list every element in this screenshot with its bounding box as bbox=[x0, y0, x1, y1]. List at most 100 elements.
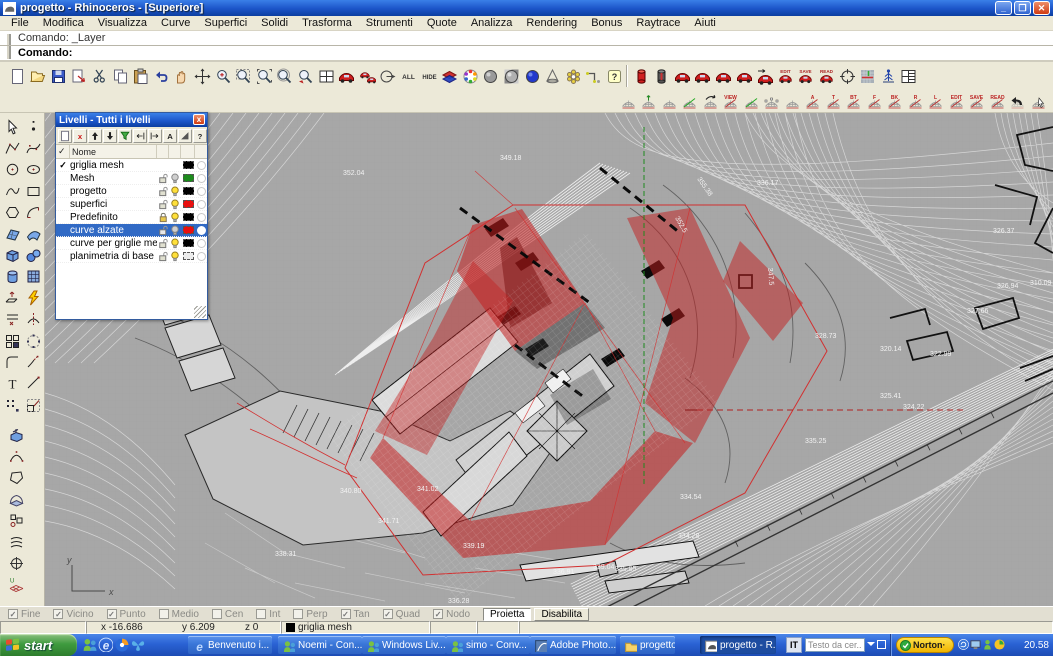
disabilita-button[interactable]: Disabilita bbox=[534, 608, 589, 621]
layers-panel[interactable]: Livelli - Tutti i livelli x xA? ✓ Nome ✓… bbox=[55, 112, 208, 320]
osnap-punto[interactable]: ✓Punto bbox=[107, 609, 146, 620]
layer-material-circle[interactable] bbox=[195, 213, 207, 222]
pan-view-button[interactable] bbox=[172, 65, 192, 87]
control-curve-button[interactable] bbox=[23, 138, 43, 158]
cylinder-dark-button[interactable] bbox=[652, 65, 672, 87]
layer-row-superfici[interactable]: superfici bbox=[56, 198, 207, 211]
layer-bulb-icon[interactable] bbox=[169, 225, 181, 236]
messenger-icon[interactable] bbox=[82, 637, 97, 652]
layer-lock-icon[interactable] bbox=[157, 225, 169, 236]
layers-header-material[interactable] bbox=[195, 145, 207, 158]
surface-corner-button[interactable] bbox=[23, 224, 43, 244]
osnap-nodo[interactable]: ✓Nodo bbox=[433, 609, 470, 620]
layer-color-swatch[interactable] bbox=[181, 226, 195, 234]
osnap-checkbox[interactable] bbox=[159, 609, 169, 619]
arc-tool-button[interactable] bbox=[23, 203, 43, 223]
zoom-window-button[interactable] bbox=[234, 65, 254, 87]
show-all-button[interactable]: ALL bbox=[398, 65, 418, 87]
close-button[interactable]: ✕ bbox=[1033, 1, 1050, 15]
mesh-bk-button[interactable]: BK bbox=[885, 93, 905, 112]
undo-button[interactable] bbox=[151, 65, 171, 87]
export-file-button[interactable] bbox=[69, 65, 89, 87]
render-sphere-blue-button[interactable] bbox=[522, 65, 542, 87]
rect-array-button[interactable] bbox=[2, 331, 22, 351]
osnap-vicino[interactable]: ✓Vicino bbox=[53, 609, 93, 620]
trim-tool-button[interactable] bbox=[2, 310, 22, 330]
osnap-tan[interactable]: ✓Tan bbox=[341, 609, 370, 620]
car-a-button[interactable] bbox=[672, 65, 692, 87]
layers-panel-title-bar[interactable]: Livelli - Tutti i livelli x bbox=[56, 113, 207, 127]
osnap-checkbox[interactable] bbox=[212, 609, 222, 619]
gear-flower-button[interactable] bbox=[563, 65, 583, 87]
car-group-button[interactable] bbox=[357, 65, 377, 87]
delete-layer-button[interactable]: x bbox=[73, 129, 87, 143]
select-arrow-button[interactable] bbox=[2, 117, 22, 137]
status-layer-panel[interactable]: griglia mesh bbox=[281, 621, 430, 634]
command-area[interactable]: Comando: _Layer Comando: ▲ ▼ ⋮ ◂ ▸ bbox=[0, 31, 1053, 62]
help-box-button[interactable]: ? bbox=[604, 65, 624, 87]
antivirus-tray-icon[interactable] bbox=[994, 639, 1009, 654]
mesh-t-button[interactable]: T bbox=[823, 93, 843, 112]
task-noemi-con-[interactable]: Noemi - Con... bbox=[278, 636, 362, 654]
point-grid-button[interactable] bbox=[2, 395, 22, 415]
layers-header-name[interactable]: Nome bbox=[70, 145, 157, 158]
menu-rendering[interactable]: Rendering bbox=[519, 17, 584, 29]
render-sphere-gray-button[interactable] bbox=[481, 65, 501, 87]
layer-row-curve-per-griglie-mesh[interactable]: curve per griglie mesh bbox=[56, 237, 207, 250]
rectangle-tool-button[interactable] bbox=[23, 181, 43, 201]
mesh-edit-button[interactable]: EDIT bbox=[946, 93, 966, 112]
select-all-layers-button[interactable]: A bbox=[163, 129, 177, 143]
layer-material-circle[interactable] bbox=[195, 161, 207, 170]
layer-bulb-icon[interactable] bbox=[169, 238, 181, 249]
osnap-cen[interactable]: Cen bbox=[212, 609, 243, 620]
menu-solidi[interactable]: Solidi bbox=[254, 17, 295, 29]
osnap-perp[interactable]: Perp bbox=[293, 609, 327, 620]
extrude-solid-button[interactable] bbox=[6, 425, 26, 445]
menu-quote[interactable]: Quote bbox=[420, 17, 464, 29]
task-adobe-photo-[interactable]: Adobe Photo... bbox=[530, 636, 616, 654]
circle-center-button[interactable] bbox=[2, 160, 22, 180]
layer-row-Mesh[interactable]: Mesh bbox=[56, 172, 207, 185]
extrude-flat-button[interactable] bbox=[2, 288, 22, 308]
hide-objects-button[interactable]: HIDE bbox=[419, 65, 439, 87]
layer-material-circle[interactable] bbox=[195, 187, 207, 196]
extend-curve-button[interactable] bbox=[23, 352, 43, 372]
menu-bonus[interactable]: Bonus bbox=[584, 17, 629, 29]
command-prompt[interactable]: Comando: bbox=[18, 47, 72, 59]
cylinder-solid-button[interactable] bbox=[2, 267, 22, 287]
layer-lock-icon[interactable] bbox=[157, 173, 169, 184]
layer-lock-icon[interactable] bbox=[157, 251, 169, 262]
single-point-button[interactable] bbox=[23, 117, 43, 137]
osnap-medio[interactable]: Medio bbox=[159, 609, 199, 620]
save-file-button[interactable] bbox=[48, 65, 68, 87]
layer-color-swatch[interactable] bbox=[181, 174, 195, 182]
osnap-checkbox[interactable] bbox=[256, 609, 266, 619]
cone-wireframe-button[interactable] bbox=[543, 65, 563, 87]
layer-color-swatch[interactable] bbox=[181, 252, 195, 260]
media-player-icon[interactable] bbox=[114, 637, 129, 652]
cplane-origin-button[interactable] bbox=[6, 553, 26, 573]
zoom-previous-button[interactable] bbox=[295, 65, 315, 87]
minimize-button[interactable]: _ bbox=[995, 1, 1012, 15]
mesh-r-button[interactable]: R bbox=[905, 93, 925, 112]
layers-header[interactable]: ✓ Nome bbox=[56, 145, 207, 159]
osnap-fine[interactable]: ✓Fine bbox=[8, 609, 40, 620]
viewport-layout-button[interactable] bbox=[316, 65, 336, 87]
new-document-button[interactable] bbox=[7, 65, 27, 87]
car-read-button[interactable]: READ bbox=[816, 65, 836, 87]
layer-row-progetto[interactable]: progetto bbox=[56, 185, 207, 198]
color-wheel-button[interactable] bbox=[460, 65, 480, 87]
mesh-save-button[interactable]: SAVE bbox=[967, 93, 987, 112]
osnap-checkbox[interactable]: ✓ bbox=[53, 609, 63, 619]
mesh-arrow-button[interactable] bbox=[639, 93, 659, 112]
freeform-curve-button[interactable] bbox=[2, 181, 22, 201]
cylinder-red-button[interactable] bbox=[631, 65, 651, 87]
osnap-checkbox[interactable]: ✓ bbox=[107, 609, 117, 619]
ground-mesh-button[interactable]: U bbox=[6, 575, 26, 595]
layer-name[interactable]: progetto bbox=[70, 186, 157, 197]
layers-header-lock[interactable] bbox=[157, 145, 169, 158]
mesh-box-button[interactable] bbox=[23, 267, 43, 287]
osnap-quad[interactable]: ✓Quad bbox=[383, 609, 420, 620]
layer-bulb-icon[interactable] bbox=[169, 173, 181, 184]
layers-header-visible[interactable] bbox=[169, 145, 181, 158]
